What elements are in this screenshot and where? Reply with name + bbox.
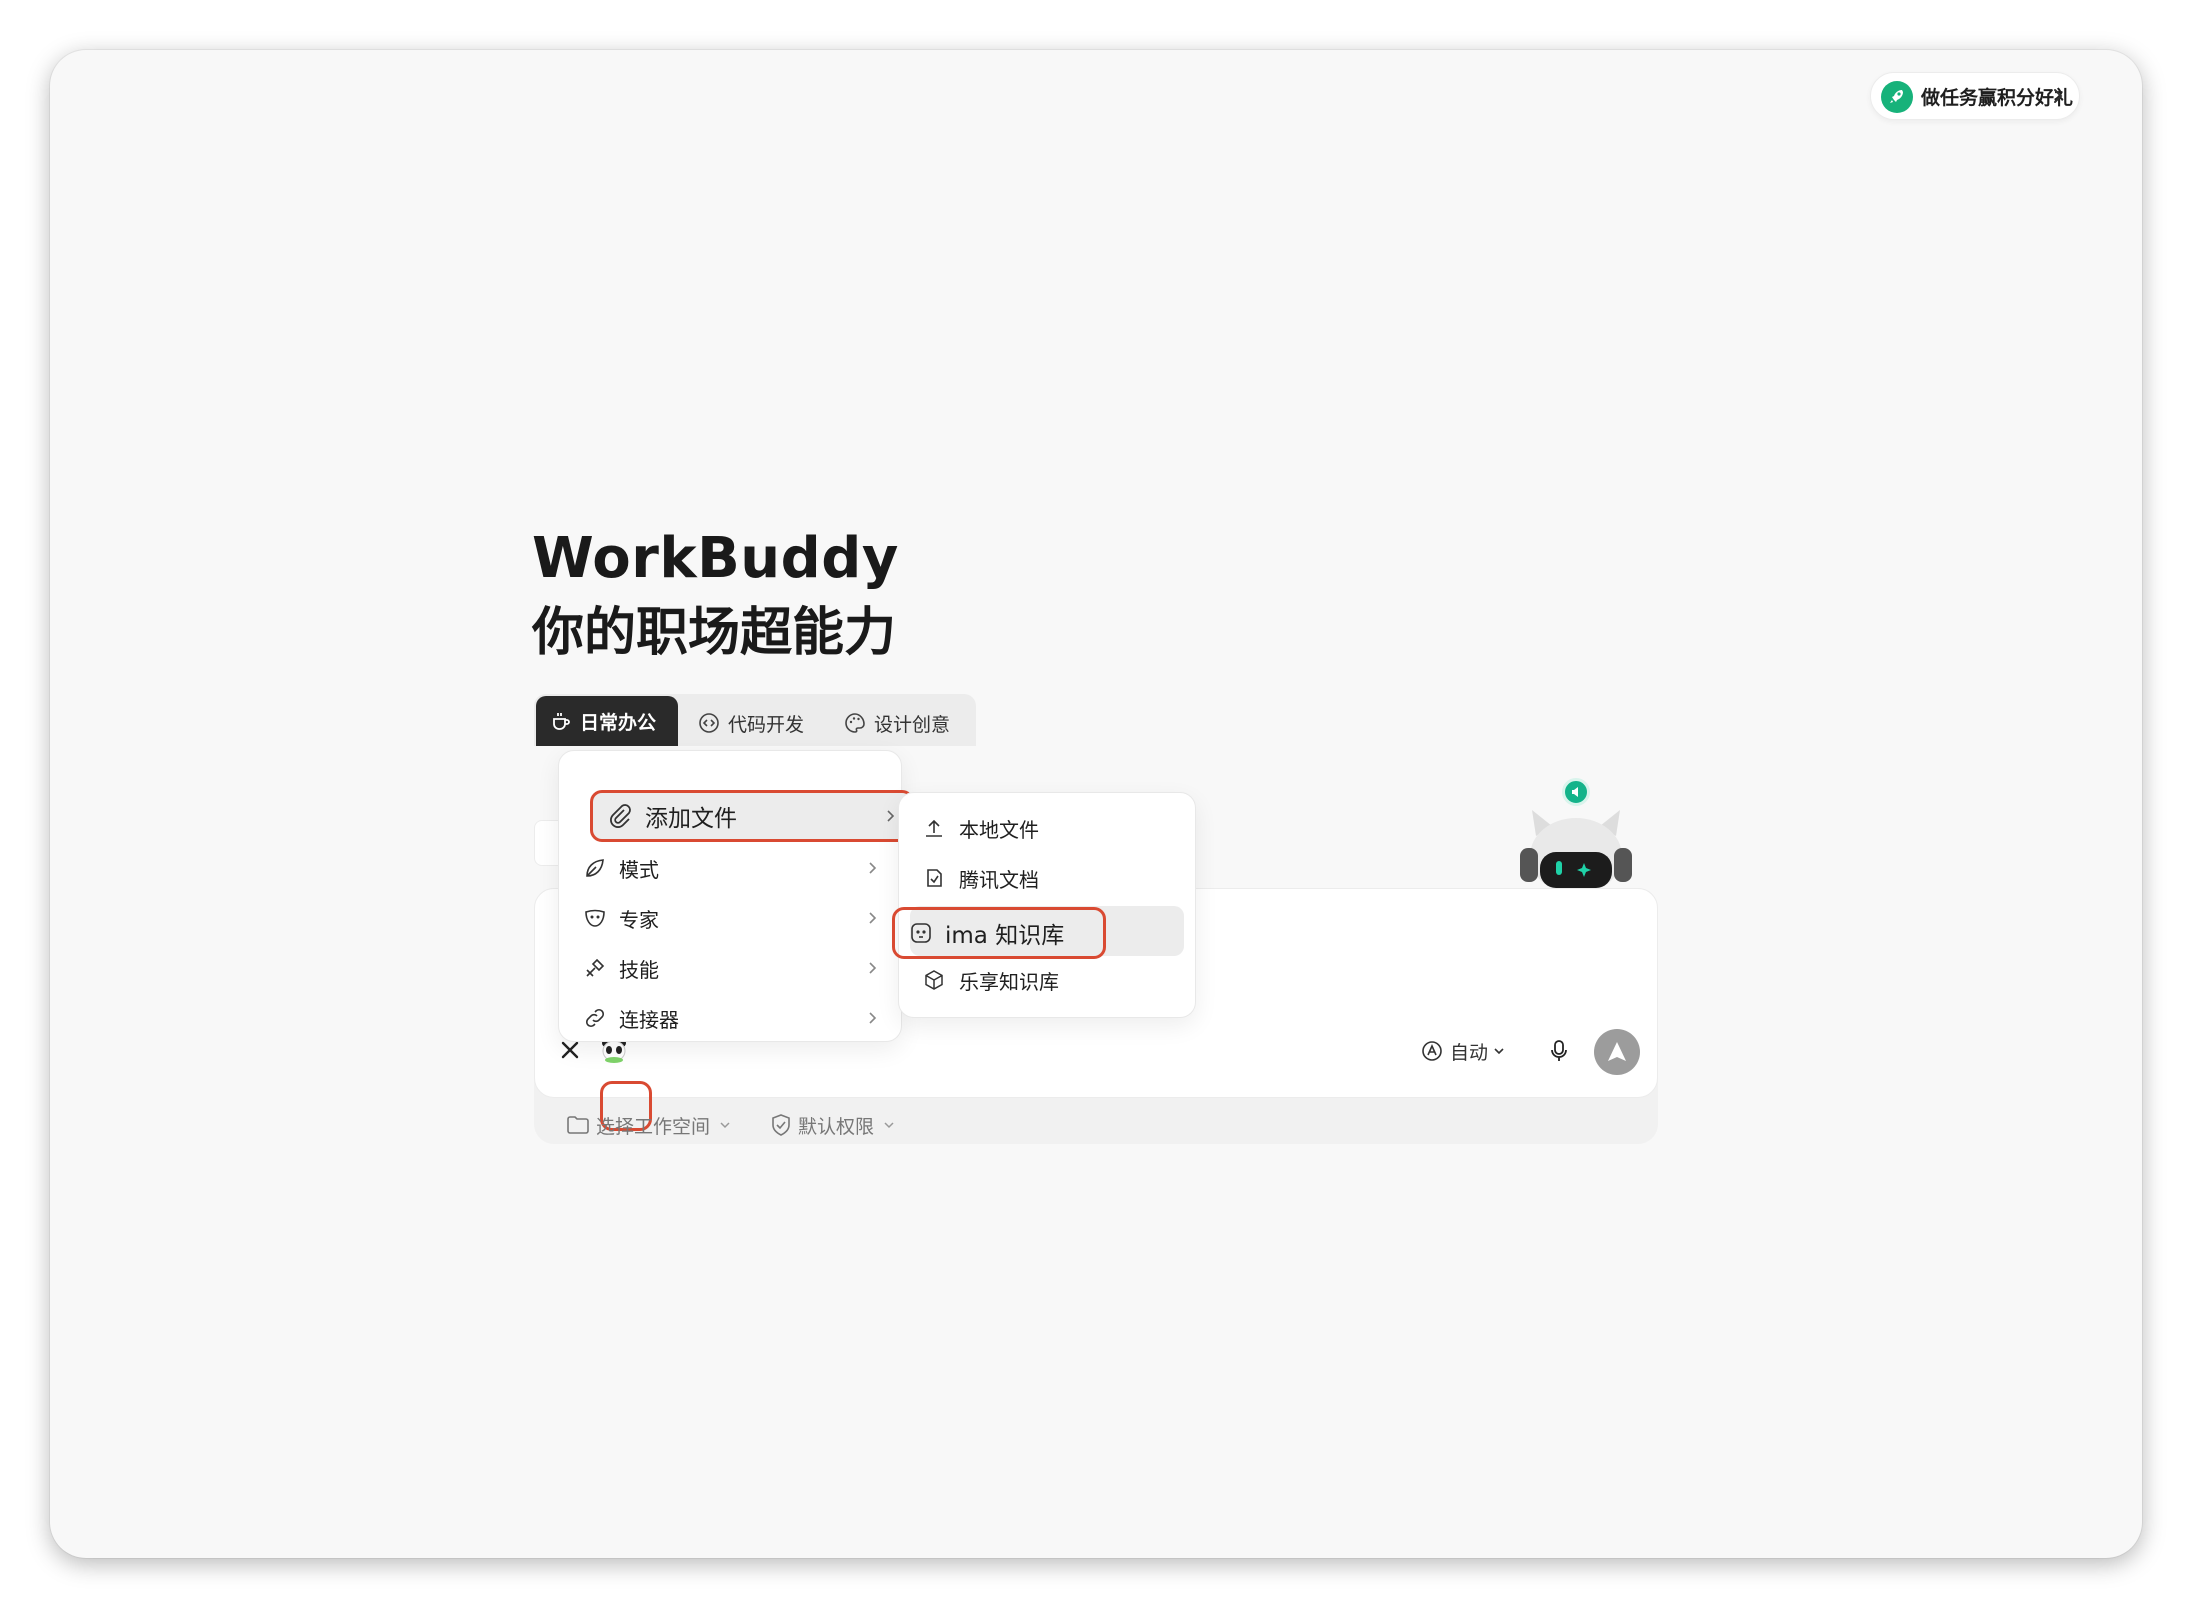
folder-icon	[567, 1116, 589, 1134]
panda-icon	[911, 923, 931, 943]
mask-icon	[585, 909, 605, 927]
microphone-button[interactable]	[1544, 1036, 1574, 1066]
code-icon	[699, 713, 719, 733]
menu-item-skills[interactable]: 技能	[559, 943, 901, 993]
submenu-item-tencent-docs[interactable]: 腾讯文档	[899, 853, 1195, 903]
leaf-icon	[586, 859, 604, 877]
permission-label: 默认权限	[798, 1115, 875, 1138]
auto-mode-icon	[1422, 1041, 1442, 1061]
menu-item-add-file[interactable]: 添加文件	[590, 790, 914, 842]
menu-item-connector[interactable]: 连接器	[559, 993, 901, 1043]
chevron-down-icon	[720, 1122, 730, 1129]
menu-item-mode-label: 模式	[619, 857, 659, 882]
mode-auto-button[interactable]: 自动	[1420, 1036, 1512, 1066]
tools-icon	[586, 958, 605, 977]
speaker-icon[interactable]	[1562, 778, 1590, 806]
tab-code-dev-label: 代码开发	[728, 713, 805, 736]
microphone-icon	[1551, 1040, 1567, 1061]
send-arrow-icon	[1608, 1042, 1626, 1061]
chevron-right-icon	[869, 862, 877, 874]
cube-icon	[925, 970, 943, 990]
paperclip-icon	[610, 804, 631, 828]
tab-code-dev[interactable]: 代码开发	[698, 700, 804, 746]
tab-design-label: 设计创意	[874, 713, 951, 736]
hero-subtitle: 你的职场超能力	[532, 603, 897, 663]
mode-auto-label: 自动	[1450, 1041, 1489, 1064]
rocket-icon	[1881, 81, 1913, 113]
submenu-item-tencent-docs-label: 腾讯文档	[959, 867, 1039, 892]
submenu-item-ima-knowledge[interactable]: ima 知识库	[892, 907, 1106, 959]
chevron-right-icon	[2054, 89, 2063, 103]
chevron-right-icon	[869, 1012, 877, 1024]
chevron-down-icon	[884, 1122, 894, 1129]
permission-select[interactable]: 默认权限	[770, 1110, 902, 1140]
menu-item-connector-label: 连接器	[619, 1007, 679, 1032]
shield-check-icon	[772, 1114, 790, 1136]
menu-item-add-file-label: 添加文件	[645, 806, 737, 832]
task-rewards-button[interactable]: 做任务赢积分好礼	[1870, 72, 2080, 120]
doc-icon	[927, 869, 942, 887]
menu-item-expert[interactable]: 专家	[559, 893, 901, 943]
tab-daily-office[interactable]: 日常办公	[536, 696, 678, 746]
link-icon	[585, 1008, 605, 1028]
palette-icon	[845, 713, 865, 733]
menu-item-skills-label: 技能	[619, 957, 659, 982]
chevron-right-icon	[869, 912, 877, 924]
submenu-item-lexiang-label: 乐享知识库	[959, 969, 1059, 994]
submenu-item-lexiang[interactable]: 乐享知识库	[899, 955, 1195, 1005]
submenu-item-ima-knowledge-label: ima 知识库	[945, 923, 1065, 949]
category-tabs: 日常办公 代码开发 设计创意	[534, 694, 976, 746]
upload-icon	[926, 819, 942, 837]
submenu-item-local-file[interactable]: 本地文件	[899, 803, 1195, 853]
workspace-select[interactable]: 选择工作空间	[566, 1110, 738, 1140]
chevron-right-icon	[869, 962, 877, 974]
tab-daily-office-label: 日常办公	[580, 711, 657, 734]
coffee-icon	[553, 713, 570, 730]
menu-item-expert-label: 专家	[619, 907, 659, 932]
send-button[interactable]	[1594, 1029, 1640, 1075]
chevron-down-icon	[1494, 1048, 1504, 1055]
add-file-submenu: 本地文件 腾讯文档 乐享知识库	[898, 792, 1196, 1018]
submenu-item-local-file-label: 本地文件	[959, 817, 1039, 842]
tab-design[interactable]: 设计创意	[844, 700, 950, 746]
chevron-right-icon	[887, 810, 895, 822]
workspace-label: 选择工作空间	[596, 1115, 711, 1138]
robot-mascot-icon	[1520, 810, 1632, 894]
hero-title: WorkBuddy	[532, 526, 899, 591]
menu-item-mode[interactable]: 模式	[559, 843, 901, 893]
app-window: 做任务赢积分好礼 WorkBuddy 你的职场超能力 日常办公 代码开发 设计创…	[50, 50, 2142, 1558]
